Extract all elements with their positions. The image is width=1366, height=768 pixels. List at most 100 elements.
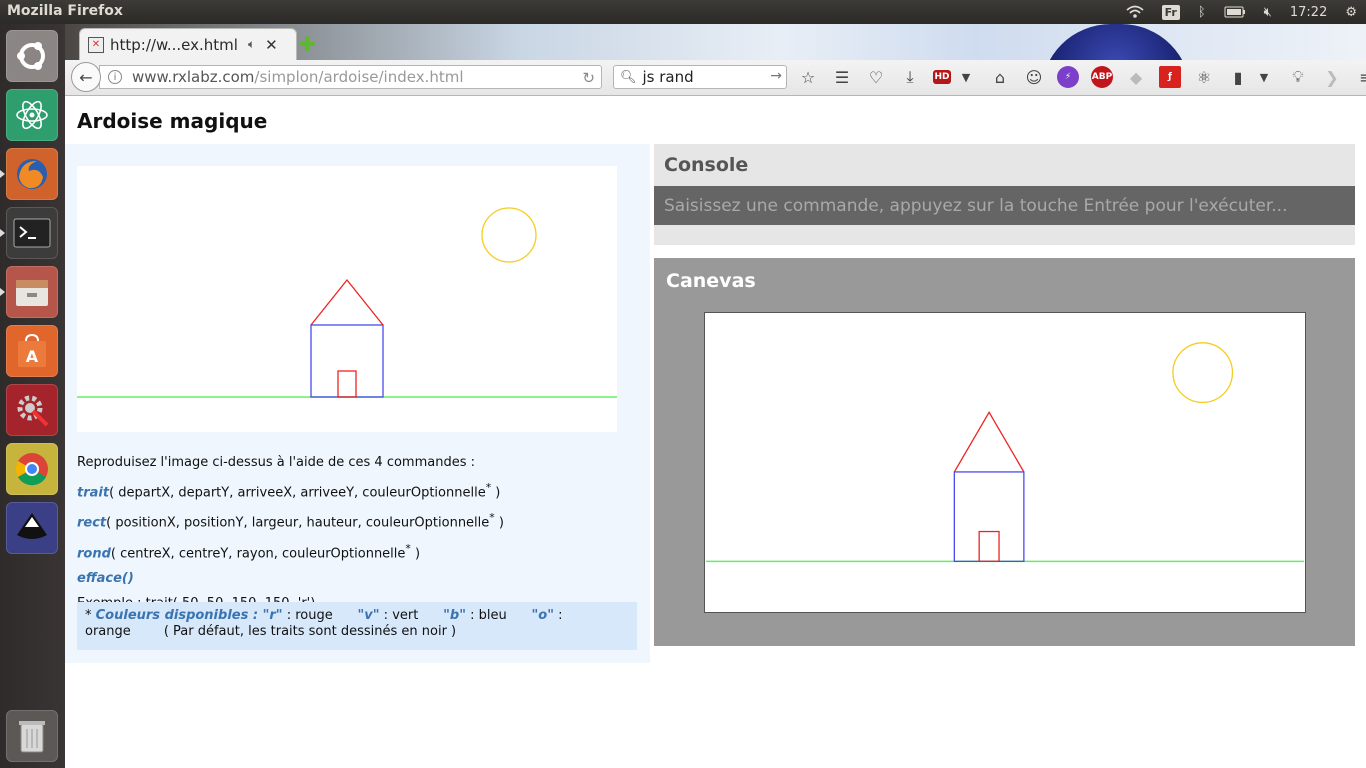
toolbar-icons: ☆ ☰ ♡ ⤓ HD ▼ ⌂ ☺ ⚡ ABP ◆ ƒ ⚛ ▮ ▼ 💡︎ ❯ ≡: [797, 66, 1366, 88]
bluetooth-icon[interactable]: ᛒ: [1198, 5, 1206, 20]
colors-note: * Couleurs disponibles : "r" : rouge "v"…: [77, 602, 637, 650]
command-args: ( centreX, centreY, rayon, couleurOption…: [110, 545, 406, 561]
reload-icon[interactable]: ↻: [582, 69, 595, 87]
command-close: ): [491, 485, 501, 501]
new-tab-button[interactable]: ✚: [299, 32, 316, 56]
chevron-down-icon[interactable]: ▼: [955, 66, 977, 88]
color-val-b: : bleu: [465, 608, 507, 623]
canvas-title: Canevas: [666, 270, 756, 292]
command-rect: rect( positionX, positionY, largeur, hau…: [77, 505, 504, 535]
tab-close-icon[interactable]: ✕: [265, 36, 278, 54]
command-close: ): [410, 545, 421, 561]
instructions-intro: Reproduisez l'image ci-dessus à l'aide d…: [77, 455, 475, 470]
clock[interactable]: 17:22: [1290, 5, 1327, 20]
command-args: ( positionX, positionY, largeur, hauteur…: [106, 515, 490, 531]
url-host: www.rxlabz.com: [132, 68, 255, 86]
overflow-arrow-icon[interactable]: ❯: [1321, 66, 1343, 88]
lightbulb-icon[interactable]: 💡︎: [1287, 66, 1309, 88]
command-close: ): [494, 515, 504, 531]
system-tray: Fr ᛒ 🔇︎ 17:22 ⚙: [1117, 0, 1366, 24]
command-name: trait: [77, 485, 110, 501]
inkscape-icon[interactable]: [6, 502, 58, 554]
active-app-title: Mozilla Firefox: [7, 3, 123, 19]
pocket-icon[interactable]: ♡: [865, 66, 887, 88]
hd-extension-icon[interactable]: HD: [933, 70, 951, 84]
command-efface: efface(): [77, 566, 504, 591]
search-query: js rand: [642, 68, 694, 86]
search-bar[interactable]: 🔍︎ js rand →: [613, 65, 787, 89]
running-indicator: [0, 170, 5, 178]
running-indicator: [0, 288, 5, 296]
color-val-r: : rouge: [282, 608, 333, 623]
house-door: [337, 370, 357, 398]
color-key-r: "r": [262, 608, 283, 623]
system-top-bar: Mozilla Firefox Fr ᛒ 🔇︎ 17:22 ⚙: [0, 0, 1366, 24]
house-body: [310, 324, 384, 398]
command-input[interactable]: [654, 186, 1355, 225]
app-launcher: A: [0, 24, 65, 768]
house-roof: [953, 411, 1025, 473]
chrome-icon[interactable]: [6, 443, 58, 495]
extension-molecule-icon[interactable]: ⚛: [1193, 66, 1215, 88]
chevron-down-icon[interactable]: ▼: [1253, 66, 1275, 88]
emoji-icon[interactable]: ☺: [1023, 66, 1045, 88]
keyboard-layout-indicator[interactable]: Fr: [1161, 4, 1180, 20]
gear-icon[interactable]: ⚙: [1345, 5, 1357, 20]
command-rond: rond( centreX, centreY, rayon, couleurOp…: [77, 536, 504, 566]
files-icon[interactable]: [6, 266, 58, 318]
download-icon[interactable]: ⤓: [899, 66, 921, 88]
command-trait: trait( departX, departY, arriveeX, arriv…: [77, 475, 504, 505]
url-path: /simplon/ardoise/index.html: [254, 68, 464, 86]
command-args: ( departX, departY, arriveeX, arriveeY, …: [109, 485, 486, 501]
tab-sound-icon[interactable]: 🔈︎: [248, 37, 255, 52]
svg-text:A: A: [26, 347, 39, 366]
url-bar[interactable]: i www.rxlabz.com/simplon/ardoise/index.h…: [99, 65, 602, 89]
volume-muted-icon[interactable]: 🔇︎: [1264, 5, 1272, 20]
color-key-o: "o": [531, 608, 555, 623]
home-icon[interactable]: ⌂: [989, 66, 1011, 88]
page-title: Ardoise magique: [77, 109, 268, 133]
bookmark-star-icon[interactable]: ☆: [797, 66, 819, 88]
firefox-icon[interactable]: [6, 148, 58, 200]
house-roof: [310, 278, 384, 326]
search-icon: 🔍︎: [620, 69, 637, 85]
reader-list-icon[interactable]: ☰: [831, 66, 853, 88]
adblock-icon[interactable]: ABP: [1091, 66, 1113, 88]
battery-icon[interactable]: [1224, 6, 1246, 18]
sun-circle: [481, 207, 537, 263]
sun-circle: [1172, 342, 1234, 404]
software-center-icon[interactable]: A: [6, 325, 58, 377]
command-name: rect: [77, 515, 107, 531]
browser-tab[interactable]: ✕ http://w...ex.html 🔈︎ ✕: [79, 28, 297, 60]
settings-icon[interactable]: [6, 384, 58, 436]
back-button[interactable]: ←: [71, 62, 101, 92]
ubuntu-icon[interactable]: [6, 30, 58, 82]
favicon-icon: ✕: [88, 36, 104, 53]
wifi-icon[interactable]: [1126, 5, 1144, 19]
console-title: Console: [664, 154, 749, 176]
flash-icon[interactable]: ƒ: [1159, 66, 1181, 88]
instructions-text: Reproduisez l'image ci-dessus à l'aide d…: [77, 450, 504, 616]
navigation-toolbar: i www.rxlabz.com/simplon/ardoise/index.h…: [65, 60, 1366, 96]
hamburger-menu-icon[interactable]: ≡: [1355, 66, 1366, 88]
atom-icon[interactable]: [6, 89, 58, 141]
tab-strip: ✕ http://w...ex.html 🔈︎ ✕ ✚: [65, 24, 1366, 96]
house-door: [978, 530, 1000, 562]
extension-purple-icon[interactable]: ⚡: [1057, 66, 1079, 88]
console-panel: Console: [654, 144, 1355, 245]
clipboard-icon[interactable]: ▮: [1227, 66, 1249, 88]
drawing-canvas[interactable]: [704, 312, 1306, 613]
color-key-v: "v": [357, 608, 380, 623]
command-name: rond: [77, 545, 111, 561]
terminal-icon[interactable]: [6, 207, 58, 259]
command-name: efface(): [77, 570, 134, 586]
search-go-icon[interactable]: →: [770, 68, 782, 84]
trash-icon[interactable]: [6, 710, 58, 762]
instructions-panel: Reproduisez l'image ci-dessus à l'aide d…: [65, 144, 650, 663]
site-info-icon[interactable]: i: [108, 70, 122, 84]
house-body: [953, 471, 1025, 562]
extension-gray-icon[interactable]: ◆: [1125, 66, 1147, 88]
color-val-v: : vert: [379, 608, 419, 623]
colors-label: Couleurs disponibles :: [95, 608, 263, 623]
default-color-note: ( Par défaut, les traits sont dessinés e…: [163, 624, 457, 639]
